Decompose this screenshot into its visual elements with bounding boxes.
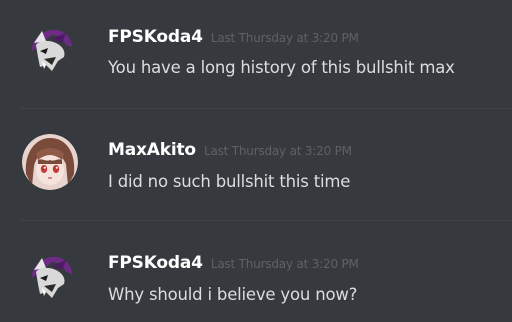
message-header: FPSKoda4 Last Thursday at 3:20 PM (108, 27, 359, 47)
timestamp: Last Thursday at 3:20 PM (203, 144, 352, 158)
message-group: FPSKoda4 Last Thursday at 3:20 PM Why sh… (0, 221, 512, 322)
chat-messages: FPSKoda4 Last Thursday at 3:20 PM You ha… (0, 0, 512, 322)
avatar[interactable] (22, 21, 78, 77)
message-header: MaxAkito Last Thursday at 3:20 PM (108, 140, 352, 160)
message-text: You have a long history of this bullshit… (108, 58, 455, 77)
message-text: I did no such bullshit this time (108, 172, 351, 191)
message-header: FPSKoda4 Last Thursday at 3:20 PM (108, 253, 359, 273)
avatar[interactable] (22, 134, 78, 190)
username[interactable]: MaxAkito (108, 140, 196, 160)
anime-girl-avatar-icon (22, 134, 78, 190)
wolf-avatar-icon (22, 248, 78, 304)
wolf-avatar-icon (22, 21, 78, 77)
message-text: Why should i believe you now? (108, 285, 358, 304)
timestamp: Last Thursday at 3:20 PM (210, 257, 359, 271)
username[interactable]: FPSKoda4 (108, 253, 203, 273)
message-group: FPSKoda4 Last Thursday at 3:20 PM You ha… (0, 0, 512, 108)
username[interactable]: FPSKoda4 (108, 27, 203, 47)
message-group: MaxAkito Last Thursday at 3:20 PM I did … (0, 109, 512, 219)
timestamp: Last Thursday at 3:20 PM (210, 31, 359, 45)
avatar[interactable] (22, 248, 78, 304)
